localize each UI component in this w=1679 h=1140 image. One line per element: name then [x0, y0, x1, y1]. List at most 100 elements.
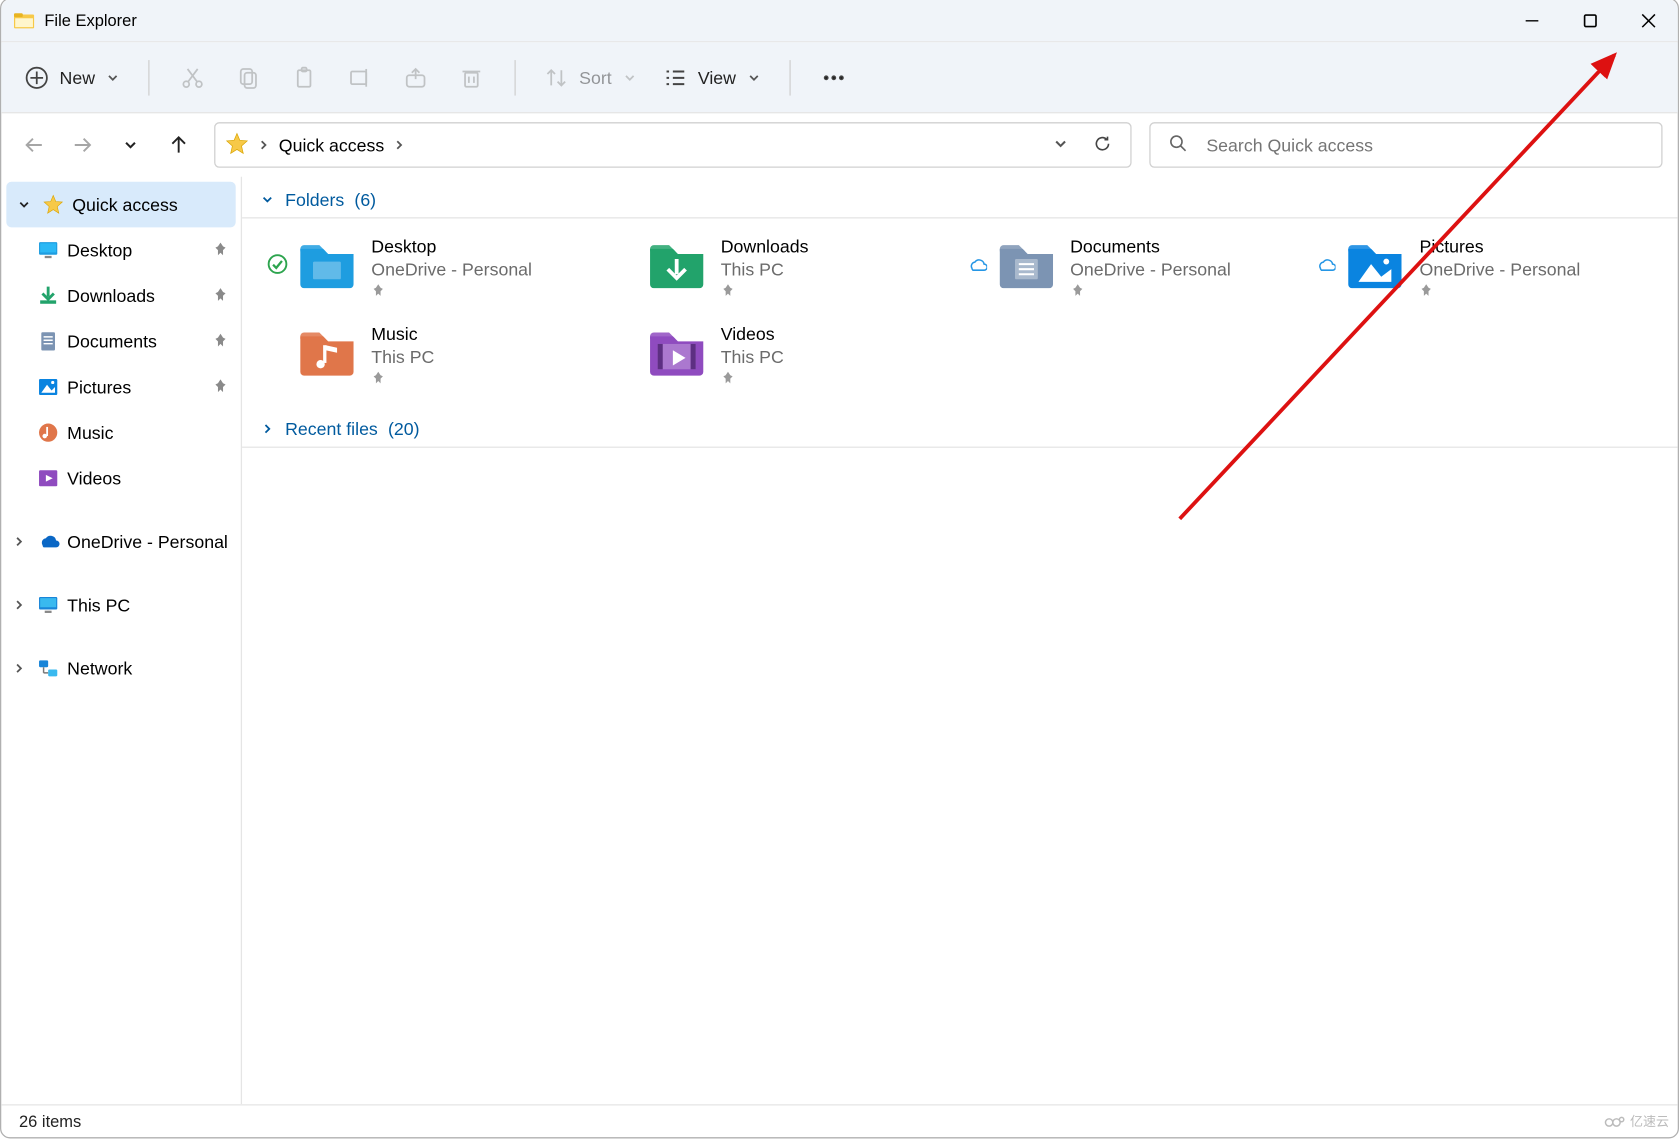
chevron-right-icon[interactable] — [256, 137, 271, 152]
chevron-down-icon — [105, 69, 120, 84]
cloud-icon — [966, 254, 986, 278]
search-input[interactable] — [1206, 135, 1643, 155]
window-controls — [1503, 0, 1678, 41]
watermark: 亿速云 — [1604, 1111, 1669, 1130]
nav-this-pc[interactable]: This PC — [1, 582, 240, 628]
music-folder-icon — [298, 323, 356, 376]
chevron-down-icon — [260, 192, 275, 207]
folder-location: OneDrive - Personal — [1070, 259, 1231, 279]
view-label: View — [698, 67, 736, 87]
folder-item-downloads[interactable]: Downloads This PC — [617, 231, 954, 306]
videos-icon — [37, 467, 60, 490]
chevron-down-icon[interactable] — [14, 197, 34, 212]
address-bar[interactable]: Quick access — [214, 122, 1131, 168]
pin-icon — [721, 282, 809, 301]
file-explorer-window: File Explorer New — [0, 0, 1679, 1138]
folders-section-header[interactable]: Folders (6) — [242, 189, 1678, 218]
downloads-folder-icon — [647, 236, 705, 289]
share-button[interactable] — [390, 52, 441, 103]
recent-dropdown[interactable] — [113, 127, 148, 162]
back-button[interactable] — [16, 127, 51, 162]
chevron-right-icon[interactable] — [9, 597, 29, 612]
nav-item-desktop[interactable]: Desktop — [1, 227, 240, 273]
title-bar: File Explorer — [1, 0, 1677, 42]
close-button[interactable] — [1619, 0, 1677, 41]
chevron-down-icon — [622, 69, 637, 84]
cut-button[interactable] — [167, 52, 218, 103]
chevron-right-icon[interactable] — [9, 534, 29, 549]
address-row: Quick access — [1, 113, 1677, 176]
folder-location: This PC — [721, 259, 809, 279]
more-button[interactable] — [808, 52, 859, 103]
folder-location: This PC — [721, 346, 784, 366]
folder-name: Music — [371, 323, 434, 343]
separator — [514, 59, 515, 94]
maximize-button[interactable] — [1561, 0, 1619, 41]
folder-location: This PC — [371, 346, 434, 366]
content-pane: Folders (6) Desktop OneDrive - Personal … — [242, 176, 1678, 1104]
nav-quick-access[interactable]: Quick access — [6, 182, 235, 228]
folder-name: Pictures — [1420, 236, 1581, 256]
nav-item-documents[interactable]: Documents — [1, 318, 240, 364]
pin-icon — [1420, 282, 1581, 301]
desktop-folder-icon — [298, 236, 356, 289]
folder-item-desktop[interactable]: Desktop OneDrive - Personal — [267, 231, 604, 306]
search-bar[interactable] — [1149, 122, 1662, 168]
copy-button[interactable] — [223, 52, 274, 103]
nav-label: This PC — [67, 595, 233, 615]
sync-check-icon — [267, 254, 287, 278]
nav-item-label: Videos — [67, 468, 233, 488]
monitor-icon — [37, 593, 60, 616]
onedrive-icon — [37, 530, 60, 553]
pin-icon — [371, 369, 434, 388]
sort-button[interactable]: Sort — [533, 52, 647, 103]
folder-item-pictures[interactable]: Pictures OneDrive - Personal — [1316, 231, 1653, 306]
rename-button[interactable] — [335, 52, 386, 103]
separator — [789, 59, 790, 94]
pin-icon — [721, 369, 784, 388]
nav-label: OneDrive - Personal — [67, 531, 233, 551]
nav-network[interactable]: Network — [1, 645, 240, 691]
delete-button[interactable] — [446, 52, 497, 103]
status-bar: 26 items — [1, 1104, 1677, 1137]
view-button[interactable]: View — [652, 52, 771, 103]
sort-label: Sort — [579, 67, 612, 87]
folder-location: OneDrive - Personal — [371, 259, 532, 279]
pictures-folder-icon — [1346, 236, 1404, 289]
refresh-button[interactable] — [1092, 133, 1112, 157]
nav-item-label: Pictures — [67, 377, 205, 397]
chevron-right-icon[interactable] — [392, 137, 407, 152]
up-button[interactable] — [161, 127, 196, 162]
pin-icon — [371, 282, 532, 301]
navigation-pane: Quick access Desktop Downloads Documents… — [1, 176, 242, 1104]
recent-files-section-header[interactable]: Recent files (20) — [242, 418, 1678, 447]
pin-icon — [213, 332, 228, 351]
desktop-icon — [37, 239, 60, 262]
nav-item-label: Downloads — [67, 285, 205, 305]
chevron-right-icon[interactable] — [9, 661, 29, 676]
paste-button[interactable] — [279, 52, 330, 103]
nav-label: Network — [67, 658, 233, 678]
nav-item-music[interactable]: Music — [1, 410, 240, 456]
nav-item-downloads[interactable]: Downloads — [1, 273, 240, 319]
breadcrumb-quick-access[interactable]: Quick access — [279, 135, 384, 155]
minimize-button[interactable] — [1503, 0, 1561, 41]
nav-label: Quick access — [72, 194, 233, 214]
address-dropdown[interactable] — [1052, 134, 1070, 156]
chevron-down-icon — [746, 69, 761, 84]
window-title: File Explorer — [44, 10, 1503, 29]
nav-item-pictures[interactable]: Pictures — [1, 364, 240, 410]
nav-onedrive[interactable]: OneDrive - Personal — [1, 519, 240, 565]
pin-icon — [213, 377, 228, 396]
pictures-icon — [37, 375, 60, 398]
forward-button[interactable] — [65, 127, 100, 162]
network-icon — [37, 657, 60, 680]
new-button[interactable]: New — [14, 52, 131, 103]
nav-item-videos[interactable]: Videos — [1, 455, 240, 501]
folder-item-music[interactable]: Music This PC — [267, 318, 604, 393]
folder-item-videos[interactable]: Videos This PC — [617, 318, 954, 393]
folder-name: Downloads — [721, 236, 809, 256]
nav-item-label: Desktop — [67, 240, 205, 260]
folder-item-documents[interactable]: Documents OneDrive - Personal — [966, 231, 1303, 306]
new-label: New — [60, 67, 96, 87]
